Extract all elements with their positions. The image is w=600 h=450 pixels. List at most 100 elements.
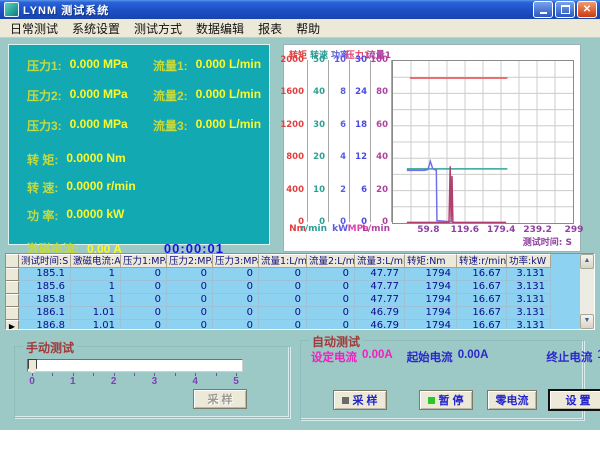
auto-sample-button-indicator-icon: [342, 397, 349, 404]
readout-power: 功 率:0.0000 kW: [27, 207, 269, 224]
chart-axes: 转矩2000160012008004000Nm转速50403020100r/mi…: [287, 48, 392, 248]
table-header-cell[interactable]: 测试时间:S: [19, 254, 71, 268]
table-cell: 46.79: [355, 320, 405, 329]
table-cell: 0: [213, 294, 259, 307]
table-header-cell[interactable]: 激磁电流:A: [71, 254, 121, 268]
table-row[interactable]: 185.810000047.77179416.673.131: [6, 294, 579, 307]
start-current-value: 0.00A: [458, 349, 489, 365]
zero-current-button[interactable]: 零电流: [487, 390, 537, 410]
menu-item-system-settings[interactable]: 系统设置: [65, 19, 127, 38]
table-cell: 0: [167, 307, 213, 320]
table-cell: 16.67: [457, 307, 507, 320]
table-cell: 0: [121, 268, 167, 281]
table-cell: 1794: [405, 320, 457, 329]
y-axis-tick-label: 10: [313, 185, 325, 195]
y-axis-tick-label: 6: [340, 120, 346, 130]
table-header-cell[interactable]: 流量3:L/min: [355, 254, 405, 268]
table-cell: 47.77: [355, 294, 405, 307]
slider-tick: [216, 373, 217, 376]
settings-button[interactable]: 设 置: [549, 390, 600, 410]
table-row[interactable]: 186.11.010000046.79179416.673.131: [6, 307, 579, 320]
table-cell: 0: [307, 320, 355, 329]
table-row-filler: [551, 281, 579, 294]
slider-tick: [134, 373, 135, 376]
menu-item-daily-test[interactable]: 日常测试: [3, 19, 65, 38]
row-selector-cell[interactable]: [6, 307, 19, 320]
manual-test-title: 手动测试: [23, 339, 77, 356]
x-axis-tick-label: 119.6: [451, 225, 479, 235]
x-axis-tick-label: 179.4: [487, 225, 515, 235]
y-axis-tick-label: 12: [355, 152, 367, 162]
row-selector-cell[interactable]: ▶: [6, 320, 19, 329]
table-header-cell[interactable]: 压力3:MPa: [213, 254, 259, 268]
y-axis-tick-label: 80: [376, 87, 388, 97]
table-cell: 185.8: [19, 294, 71, 307]
chart-x-ticks: 59.8119.6179.4239.2299: [392, 224, 574, 235]
y-axis-unit: r/min: [300, 224, 327, 234]
table-header-cell[interactable]: 功率:kW: [507, 254, 551, 268]
table-header-cell[interactable]: 流量2:L/min: [307, 254, 355, 268]
table-row-filler: [551, 294, 579, 307]
row-selector-cell[interactable]: [6, 281, 19, 294]
readout-flow1: 流量1:0.000 L/min: [153, 57, 269, 74]
table-header-cell[interactable]: 压力1:MPa: [121, 254, 167, 268]
app-window: LYNM 测试系统 ✕ 日常测试 系统设置 测试方式 数据编辑 报表 帮助 压力…: [0, 0, 600, 430]
readout-flow2: 流量2:0.000 L/min: [153, 87, 269, 104]
y-axis-tick-label: 50: [313, 55, 325, 65]
manual-sample-button[interactable]: 采 样: [193, 389, 247, 409]
table-scrollbar[interactable]: ▲ ▼: [579, 254, 594, 329]
minimize-button[interactable]: [533, 1, 553, 18]
table-header-cell[interactable]: 转速:r/min: [457, 254, 507, 268]
table-cell: 3.131: [507, 294, 551, 307]
table-cell: 186.1: [19, 307, 71, 320]
row-selector-cell[interactable]: [6, 268, 19, 281]
slider-track[interactable]: [27, 359, 243, 372]
menu-item-test-mode[interactable]: 测试方式: [127, 19, 189, 38]
auto-sample-button[interactable]: 采 样: [333, 390, 387, 410]
table-header-cell[interactable]: 流量1:L/min: [259, 254, 307, 268]
table-cell: 1794: [405, 307, 457, 320]
table-cell: 1: [71, 294, 121, 307]
chart-x-label: 测试时间: S: [392, 235, 574, 248]
table-row[interactable]: 185.110000047.77179416.673.131: [6, 268, 579, 281]
scroll-up-icon[interactable]: ▲: [580, 254, 594, 269]
y-axis-tick-label: 1600: [280, 87, 304, 97]
table-cell: 0: [167, 268, 213, 281]
menu-item-report[interactable]: 报表: [251, 19, 289, 38]
y-axis-tick-label: 8: [340, 87, 346, 97]
current-slider[interactable]: 012345: [27, 359, 243, 389]
table-row[interactable]: 185.610000047.77179416.673.131: [6, 281, 579, 294]
table-cell: 1: [71, 281, 121, 294]
table-cell: 1794: [405, 281, 457, 294]
pause-button[interactable]: 暂 停: [419, 390, 473, 410]
y-axis-tick-label: 400: [286, 185, 304, 195]
y-axis-tick-label: 30: [355, 55, 367, 65]
table-cell: 0: [307, 294, 355, 307]
row-selector-cell[interactable]: [6, 294, 19, 307]
table-header-cell[interactable]: 压力2:MPa: [167, 254, 213, 268]
menu-item-data-edit[interactable]: 数据编辑: [189, 19, 251, 38]
slider-tick-label: 0: [29, 376, 35, 387]
y-axis-tick-label: 40: [376, 152, 388, 162]
y-axis-tick-label: 800: [286, 152, 304, 162]
table-header-cell[interactable]: 转矩:Nm: [405, 254, 457, 268]
table-cell: 1.01: [71, 320, 121, 329]
y-axis-unit: L/min: [362, 224, 390, 234]
slider-tick-label: 3: [152, 376, 158, 387]
title-bar: LYNM 测试系统 ✕: [0, 0, 600, 19]
table-cell: 47.77: [355, 268, 405, 281]
restore-button[interactable]: [555, 1, 575, 18]
scroll-down-icon[interactable]: ▼: [580, 314, 594, 329]
button-label: 零电流: [496, 392, 529, 408]
close-button[interactable]: ✕: [577, 1, 597, 18]
auto-test-group: 自动测试 设定电流 0.00A 起始电流 0.00A 终止电流 1.00A 采 …: [300, 340, 584, 420]
app-icon: [4, 2, 19, 17]
close-icon: ✕: [583, 3, 591, 17]
table-row[interactable]: ▶186.81.010000046.79179416.673.131: [6, 320, 579, 329]
slider-tick: [175, 373, 176, 376]
slider-tick-label: 1: [70, 376, 76, 387]
menu-item-help[interactable]: 帮助: [289, 19, 327, 38]
readout-pressure3: 压力3:0.000 MPa: [27, 117, 153, 134]
chart-panel: 转矩2000160012008004000Nm转速50403020100r/mi…: [283, 44, 581, 252]
button-label: 采 样: [352, 392, 377, 408]
